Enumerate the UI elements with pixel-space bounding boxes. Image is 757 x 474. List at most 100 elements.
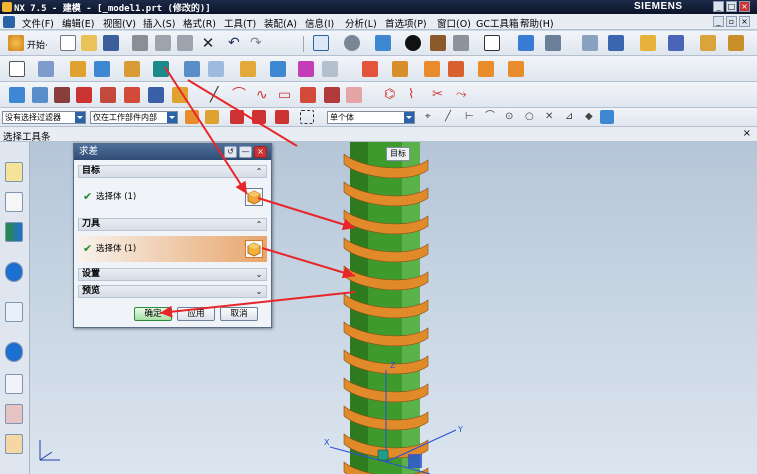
line-icon[interactable]: ╱ — [210, 87, 226, 103]
divide-curve-icon[interactable]: ⤳ — [456, 87, 472, 103]
web-browser-icon[interactable] — [5, 302, 23, 322]
snap-line-icon[interactable]: ╱ — [445, 110, 461, 126]
collapse-icon[interactable]: — — [239, 146, 252, 158]
preview-section-header[interactable]: 预览 ⌄ — [78, 285, 267, 298]
deselect-icon[interactable] — [252, 110, 266, 124]
draft-icon[interactable] — [298, 61, 314, 77]
nx-menu-icon[interactable] — [3, 16, 15, 28]
snap-arc-icon[interactable]: ⌒ — [485, 110, 501, 126]
intersect-icon[interactable] — [184, 61, 200, 77]
thicken-icon[interactable] — [508, 61, 524, 77]
rectangle-select-icon[interactable] — [300, 110, 314, 124]
reuse-library-icon[interactable] — [5, 262, 23, 282]
measure-icon[interactable] — [700, 35, 716, 51]
render-style-icon[interactable] — [405, 35, 421, 51]
layers-settings-icon[interactable] — [582, 35, 598, 51]
body-filter-select[interactable]: 单个体 — [327, 111, 415, 124]
intersection-curve-icon[interactable] — [346, 87, 362, 103]
menu-edit[interactable]: 编辑(E) — [62, 16, 94, 30]
delete-icon[interactable]: ✕ — [200, 35, 216, 51]
snap-intersection-icon[interactable]: ✕ — [545, 110, 561, 126]
process-studio-icon[interactable] — [5, 404, 23, 424]
unite-icon[interactable] — [124, 61, 140, 77]
history-icon[interactable] — [5, 342, 23, 362]
offset-curve-icon[interactable] — [300, 87, 316, 103]
tool-select-body[interactable]: ✔ 选择体 (1) — [78, 236, 267, 262]
n-sided-icon[interactable] — [76, 87, 92, 103]
menu-preferences[interactable]: 首选项(P) — [385, 16, 427, 30]
ruler-icon[interactable] — [728, 35, 744, 51]
extrude-icon[interactable] — [38, 61, 54, 77]
target-select-body[interactable]: ✔ 选择体 (1) — [78, 184, 267, 210]
wireframe-icon[interactable] — [453, 35, 469, 51]
shaded-edges-icon[interactable] — [430, 35, 446, 51]
scope-filter-select[interactable]: 仅在工作部件内部 — [90, 111, 178, 124]
snap-body-icon[interactable] — [600, 110, 614, 124]
part-navigator-icon[interactable] — [5, 222, 23, 242]
helix-curve-icon[interactable]: ⌬ — [384, 87, 400, 103]
menu-help[interactable]: 帮助(H) — [520, 16, 554, 30]
start-icon[interactable] — [8, 35, 24, 51]
maximize-button[interactable]: □ — [726, 1, 737, 12]
arrow-analysis-icon[interactable] — [668, 35, 684, 51]
roles-icon[interactable] — [5, 434, 23, 454]
save-icon[interactable] — [103, 35, 119, 51]
constraint-navigator-icon[interactable] — [5, 192, 23, 212]
lasso-icon[interactable] — [275, 110, 289, 124]
section-view-icon[interactable] — [518, 35, 534, 51]
menu-file[interactable]: 文件(F) — [22, 16, 54, 30]
background-icon[interactable] — [484, 35, 500, 51]
doc-close-button[interactable]: × — [739, 16, 750, 27]
shaded-cube-icon[interactable] — [375, 35, 391, 51]
text-curve-icon[interactable]: ⌇ — [408, 87, 424, 103]
mirror-icon[interactable] — [362, 61, 378, 77]
sweep-icon[interactable] — [54, 87, 70, 103]
cut-icon[interactable] — [132, 35, 148, 51]
layer-icon[interactable] — [545, 35, 561, 51]
analysis-icon[interactable] — [640, 35, 656, 51]
snap-face-icon[interactable]: ◆ — [585, 110, 601, 126]
block-icon[interactable] — [94, 61, 110, 77]
offset-face-icon[interactable] — [448, 61, 464, 77]
dialog-close-button[interactable]: × — [254, 146, 267, 158]
rectangle-curve-icon[interactable]: ▭ — [278, 87, 294, 103]
rotate-view-icon[interactable] — [344, 35, 360, 51]
snap-endpoint-icon[interactable]: ⌖ — [425, 110, 441, 126]
menu-window[interactable]: 窗口(O) — [437, 16, 471, 30]
scale-body-icon[interactable] — [478, 61, 494, 77]
law-extension-icon[interactable] — [124, 87, 140, 103]
trim-curve-icon[interactable]: ✂ — [432, 87, 448, 103]
snap-quadrant-icon[interactable]: ○ — [525, 110, 541, 126]
selection-toolbar-close-icon[interactable]: × — [743, 128, 751, 139]
menu-format[interactable]: 格式(R) — [183, 16, 216, 30]
menu-tools[interactable]: 工具(T) — [224, 16, 256, 30]
through-curves-icon[interactable] — [32, 87, 48, 103]
snap-tangent-icon[interactable]: ⊿ — [565, 110, 581, 126]
datum-icon[interactable] — [70, 61, 86, 77]
target-section-header[interactable]: 目标 ⌃ — [78, 165, 267, 178]
select-feature-icon[interactable] — [185, 110, 199, 124]
new-file-icon[interactable] — [60, 35, 76, 51]
undo-icon[interactable]: ↶ — [228, 35, 244, 51]
menu-insert[interactable]: 插入(S) — [143, 16, 175, 30]
offset-surface-icon[interactable] — [148, 87, 164, 103]
assembly-navigator-icon[interactable] — [5, 162, 23, 182]
select-all-icon[interactable] — [230, 110, 244, 124]
pattern-icon[interactable] — [322, 61, 338, 77]
menu-analysis[interactable]: 分析(L) — [345, 16, 377, 30]
copy-icon[interactable] — [155, 35, 171, 51]
minimize-button[interactable]: _ — [713, 1, 724, 12]
subtract-icon[interactable] — [153, 61, 169, 77]
sketch-icon[interactable] — [9, 61, 25, 77]
surface-icon[interactable] — [9, 87, 25, 103]
project-curve-icon[interactable] — [324, 87, 340, 103]
snap-point-icon[interactable] — [205, 110, 219, 124]
paste-icon[interactable] — [177, 35, 193, 51]
arc-icon[interactable]: ⌒ — [232, 87, 248, 103]
spline-icon[interactable]: ∿ — [256, 87, 272, 103]
redo-icon[interactable]: ↷ — [250, 35, 266, 51]
chamfer-icon[interactable] — [270, 61, 286, 77]
bridge-icon[interactable] — [100, 87, 116, 103]
edge-blend-icon[interactable] — [240, 61, 256, 77]
ok-button[interactable]: 确定 — [134, 307, 172, 321]
